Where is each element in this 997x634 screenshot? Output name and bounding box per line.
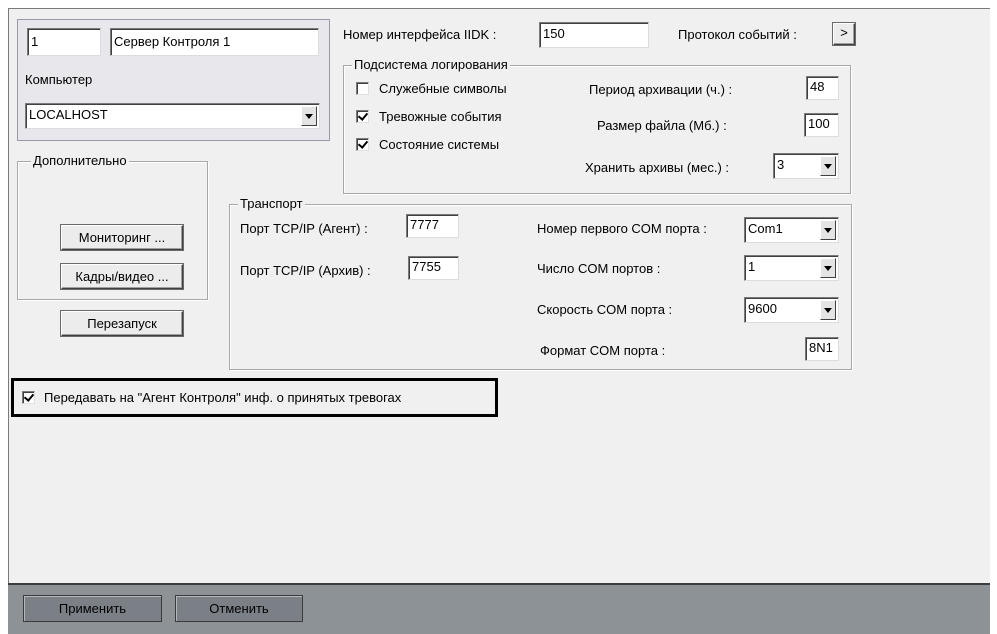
chevron-down-icon[interactable] [820,156,836,176]
tcp-archive-field[interactable]: 7755 [408,256,459,280]
additional-legend: Дополнительно [31,153,129,168]
archive-period-field[interactable]: 48 [806,76,839,100]
events-protocol-label: Протокол событий : [678,27,797,42]
first-com-label: Номер первого COM порта : [537,221,707,236]
tcp-archive-label: Порт TCP/IP (Архив) : [240,263,371,278]
monitoring-button[interactable]: Мониторинг ... [61,225,183,250]
transport-legend: Транспорт [238,196,305,211]
iidk-label: Номер интерфейса IIDK : [343,27,497,42]
com-format-label: Формат COM порта : [540,343,666,358]
computer-label: Компьютер [25,72,93,87]
system-state-checkbox[interactable] [356,138,369,151]
system-state-label: Состояние системы [379,137,500,152]
com-speed-label: Скорость COM порта : [537,302,673,317]
chevron-down-icon[interactable] [301,106,317,126]
com-count-label: Число COM портов : [537,261,661,276]
tcp-agent-label: Порт TCP/IP (Агент) : [240,221,368,236]
apply-button[interactable]: Применить [23,595,162,622]
chevron-down-icon[interactable] [820,220,836,240]
chevron-down-icon[interactable] [820,300,836,320]
computer-select-value: LOCALHOST [29,107,108,122]
keep-archives-value: 3 [777,157,785,172]
service-symbols-label: Служебные символы [379,81,507,96]
cancel-button[interactable]: Отменить [175,595,303,622]
iidk-field[interactable]: 150 [539,22,649,48]
com-count-value: 1 [748,259,756,274]
keep-archives-select[interactable]: 3 [773,153,839,179]
com-format-field[interactable]: 8N1 [805,337,839,361]
forward-alarms-label: Передавать на "Агент Контроля" инф. о пр… [44,390,402,405]
alarm-events-checkbox[interactable] [356,110,369,123]
com-count-select[interactable]: 1 [744,255,839,281]
chevron-down-icon[interactable] [820,258,836,278]
tcp-agent-field[interactable]: 7777 [406,214,459,238]
com-speed-select[interactable]: 9600 [744,297,839,323]
server-name-field[interactable]: Сервер Контроля 1 [110,28,319,56]
frames-video-button[interactable]: Кадры/видео ... [61,264,183,289]
com-speed-value: 9600 [748,301,777,316]
server-id-field[interactable]: 1 [27,28,101,56]
archive-period-label: Период архивации (ч.) : [589,82,733,97]
events-protocol-button[interactable]: > [833,23,855,45]
computer-select[interactable]: LOCALHOST [25,103,320,129]
alarm-events-label: Тревожные события [379,109,502,124]
logging-legend: Подсистема логирования [352,57,510,72]
first-com-value: Com1 [748,221,783,236]
service-symbols-checkbox[interactable] [356,82,369,95]
file-size-label: Размер файла (Мб.) : [597,118,727,133]
file-size-field[interactable]: 100 [804,113,839,137]
first-com-select[interactable]: Com1 [744,217,839,243]
forward-alarms-checkbox[interactable] [22,391,35,404]
keep-archives-label: Хранить архивы (мес.) : [585,160,730,175]
restart-button[interactable]: Перезапуск [61,311,183,336]
